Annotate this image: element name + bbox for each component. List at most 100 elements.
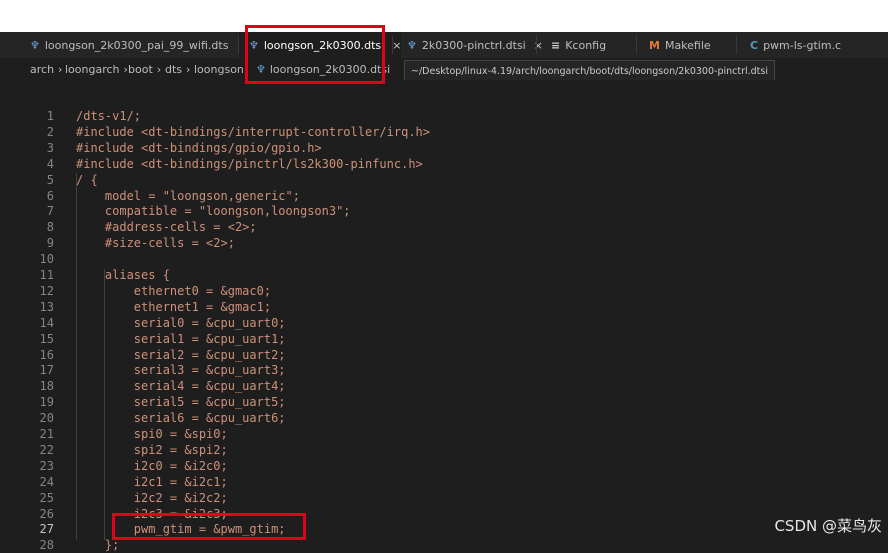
tooltip-text: ~/Desktop/linux-4.19/arch/loongarch/boot…	[411, 65, 768, 77]
code-line[interactable]: 7 compatible = "loongson,loongson3";	[0, 203, 888, 219]
c-file-icon: C	[750, 38, 759, 52]
tab-kconfig[interactable]: ≡ Kconfig	[537, 32, 649, 58]
code-line[interactable]: 16 serial2 = &cpu_uart2;	[0, 347, 888, 363]
breadcrumb-label: boot	[128, 62, 153, 76]
line-number: 4	[46, 156, 54, 171]
code-line[interactable]: 20 serial6 = &cpu_uart6;	[0, 410, 888, 426]
line-number: 14	[39, 315, 54, 330]
line-number: 2	[46, 124, 54, 139]
highlight-box-pwm-gtim-line	[112, 513, 306, 540]
code-line[interactable]: 19 serial5 = &cpu_uart5;	[0, 394, 888, 410]
code-line[interactable]: 5 / {	[0, 172, 888, 188]
line-number: 18	[39, 379, 54, 394]
title-bar	[0, 0, 888, 32]
line-number: 20	[39, 411, 54, 426]
devicetree-icon: ♆	[30, 38, 40, 52]
tab-label: Makefile	[664, 38, 711, 52]
code-line[interactable]: 11 aliases {	[0, 267, 888, 283]
tab-label: 2k0300-pinctrl.dtsi	[421, 38, 526, 52]
line-number: 17	[39, 363, 54, 378]
file-path-tooltip: ~/Desktop/linux-4.19/arch/loongarch/boot…	[404, 60, 775, 82]
line-number: 24	[39, 474, 54, 489]
editor-tab-bar: ♆ loongson_2k0300_pai_99_wifi.dts ♆ loon…	[0, 32, 888, 59]
breadcrumb-item-loongarch[interactable]: loongarch ›	[65, 58, 132, 80]
line-code: serial5 = &cpu_uart5;	[76, 395, 286, 410]
line-number: 10	[39, 252, 54, 267]
line-number: 9	[46, 236, 54, 251]
code-line[interactable]: 4 #include <dt-bindings/pinctrl/ls2k300-p…	[0, 156, 888, 172]
code-line[interactable]: 6 model = "loongson,generic";	[0, 188, 888, 204]
line-number: 21	[39, 427, 54, 441]
breadcrumb-label: arch	[30, 62, 55, 76]
line-code: / {	[76, 172, 98, 187]
watermark: CSDN @菜鸟灰	[774, 515, 882, 536]
line-code: serial2 = &cpu_uart2;	[76, 347, 286, 362]
line-code: spi0 = &spi0;	[76, 427, 228, 441]
line-code: #size-cells = <2>;	[76, 236, 235, 251]
devicetree-icon: ♆	[407, 38, 417, 52]
code-line[interactable]: 25 i2c2 = &i2c2;	[0, 490, 888, 506]
line-number: 27	[39, 522, 54, 537]
chevron-right-icon: ›	[58, 62, 63, 76]
code-editor[interactable]: 1/dts-v1/; 2 #include <dt-bindings/interru…	[0, 80, 888, 552]
line-number: 16	[39, 347, 54, 362]
line-code: ethernet0 = &gmac0;	[76, 283, 272, 298]
line-number: 3	[46, 140, 54, 155]
code-line[interactable]: 14 serial0 = &cpu_uart0;	[0, 315, 888, 331]
breadcrumb-label: loongson	[194, 62, 244, 76]
line-code: #include <dt-bindings/gpio/gpio.h>	[76, 140, 322, 155]
line-number: 8	[46, 220, 54, 235]
breadcrumb-label: loongarch	[65, 62, 120, 76]
breadcrumb-item-loongson[interactable]: loongson	[194, 58, 244, 80]
tab-2k0300-pinctrl-dtsi[interactable]: ♆ 2k0300-pinctrl.dtsi ×	[393, 32, 549, 58]
tab-makefile[interactable]: M Makefile	[637, 32, 747, 58]
code-line[interactable]: 17 serial3 = &cpu_uart3;	[0, 362, 888, 378]
line-code: model = "loongson,generic";	[76, 188, 300, 203]
line-code: #include <dt-bindings/pinctrl/ls2k300-pi…	[76, 156, 423, 171]
breadcrumb-label: dts	[165, 62, 183, 76]
line-number: 12	[39, 283, 54, 298]
line-code: serial0 = &cpu_uart0;	[76, 315, 286, 330]
tab-label: Kconfig	[565, 38, 607, 52]
code-line[interactable]: 12 ethernet0 = &gmac0;	[0, 283, 888, 299]
line-number: 15	[39, 331, 54, 346]
line-code: serial1 = &cpu_uart1;	[76, 331, 286, 346]
code-line[interactable]: 22 spi2 = &spi2;	[0, 442, 888, 458]
line-number: 26	[39, 506, 54, 521]
line-number: 6	[46, 188, 54, 203]
line-code: serial3 = &cpu_uart3;	[76, 363, 286, 378]
makefile-icon: M	[649, 38, 660, 52]
line-number: 19	[39, 395, 54, 410]
chevron-right-icon: ›	[156, 62, 162, 76]
code-line[interactable]: 1/dts-v1/;	[0, 108, 888, 124]
line-code: /dts-v1/;	[76, 109, 142, 123]
line-code: ethernet1 = &gmac1;	[76, 299, 272, 314]
breadcrumb-item-dts[interactable]: dts ›	[165, 58, 194, 80]
code-line[interactable]: 23 i2c0 = &i2c0;	[0, 458, 888, 474]
code-line[interactable]: 8 #address-cells = <2>;	[0, 219, 888, 235]
line-number: 5	[46, 172, 54, 187]
code-line[interactable]: 18 serial4 = &cpu_uart4;	[0, 378, 888, 394]
tab-pwm-ls-gtim-c[interactable]: C pwm-ls-gtim.c	[737, 32, 888, 58]
code-line[interactable]: 13 ethernet1 = &gmac1;	[0, 299, 888, 315]
list-icon: ≡	[551, 38, 561, 52]
line-code: compatible = "loongson,loongson3";	[76, 204, 351, 219]
code-line[interactable]: 15 serial1 = &cpu_uart1;	[0, 331, 888, 347]
code-line[interactable]: 24 i2c1 = &i2c1;	[0, 474, 888, 490]
tab-label: pwm-ls-gtim.c	[763, 38, 842, 52]
line-number: 25	[39, 490, 54, 505]
line-number: 7	[46, 204, 54, 219]
code-line[interactable]: 9 #size-cells = <2>;	[0, 235, 888, 251]
code-line[interactable]: 2 #include <dt-bindings/interrupt-control…	[0, 124, 888, 140]
tab-label: loongson_2k0300_pai_99_wifi.dts	[44, 38, 229, 52]
code-line[interactable]: 21 spi0 = &spi0;	[0, 426, 888, 442]
tab-loongson-2k0300-pai-99-wifi-dts[interactable]: ♆ loongson_2k0300_pai_99_wifi.dts	[20, 32, 248, 58]
chevron-right-icon: ›	[186, 62, 191, 76]
line-code: i2c0 = &i2c0;	[76, 458, 228, 473]
code-line[interactable]: 3 #include <dt-bindings/gpio/gpio.h>	[0, 140, 888, 156]
breadcrumb-item-boot[interactable]: boot ›	[128, 58, 165, 80]
line-code: serial6 = &cpu_uart6;	[76, 411, 286, 426]
code-line[interactable]: 10	[0, 251, 888, 267]
breadcrumb-item-arch[interactable]: arch ›	[30, 58, 66, 80]
line-number: 22	[39, 442, 54, 457]
